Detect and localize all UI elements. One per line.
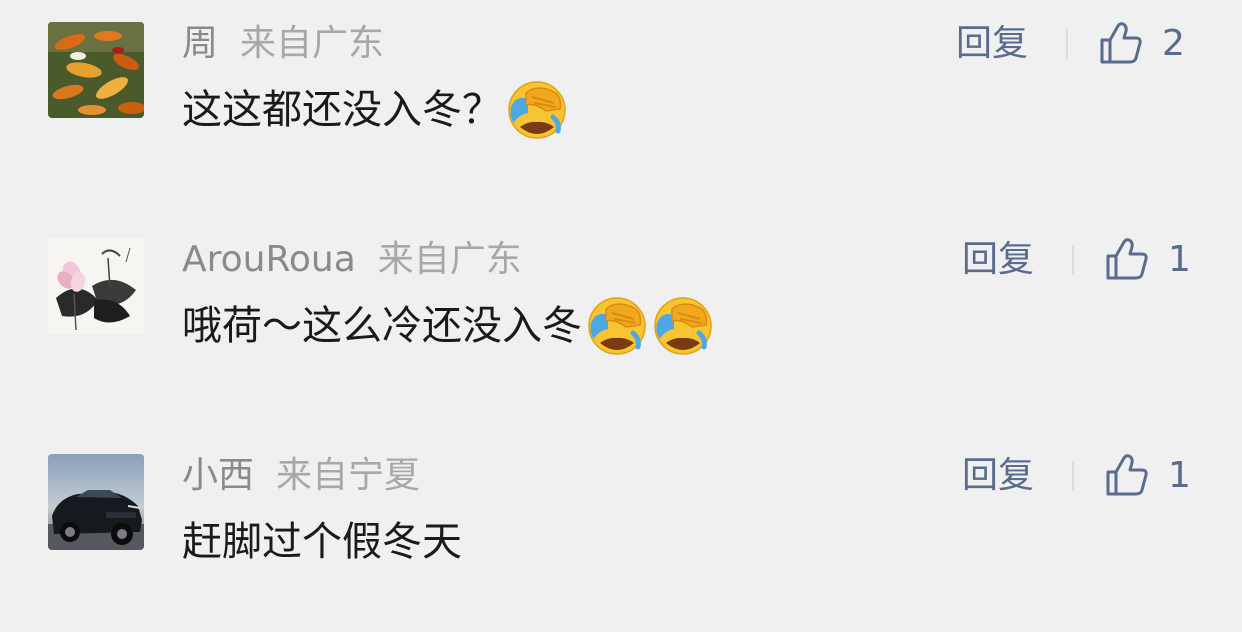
comment-body: 赶脚过个假冬天 (182, 519, 462, 565)
location-label: 来自广东 (240, 23, 385, 64)
like-count: 1 (1168, 239, 1191, 280)
like-count: 2 (1162, 23, 1185, 64)
facepalm-laugh-cry-icon (586, 295, 648, 357)
comment-text: 赶脚过个假冬天 (182, 512, 462, 572)
car-avatar-image (48, 454, 144, 550)
comment-meta: 小西 来自宁夏 (182, 452, 420, 500)
location-label: 来自宁夏 (276, 455, 421, 496)
comment-meta: 周来自广东 (182, 20, 384, 68)
username[interactable]: 周 (182, 23, 218, 64)
username[interactable]: ArouRoua (182, 239, 356, 280)
comment-item: 周来自广东 这这都还没入冬？ 回复 2 (0, 0, 1242, 200)
comment-body: 哦荷～这么冷还没入冬 (182, 303, 582, 349)
avatar[interactable] (48, 22, 144, 118)
like-count: 1 (1168, 455, 1191, 496)
avatar[interactable] (48, 238, 144, 334)
comment-text: 这这都还没入冬？ (182, 80, 568, 140)
comment-meta: ArouRoua 来自广东 (182, 236, 522, 284)
thumbs-up-icon[interactable] (1098, 20, 1144, 66)
facepalm-laugh-cry-icon (506, 79, 568, 141)
lotus-painting-avatar-image (48, 238, 144, 334)
comment-item: 小西 来自宁夏 赶脚过个假冬天 回复 1 (0, 432, 1242, 632)
reply-button[interactable]: 回复 (962, 236, 1034, 284)
divider (1072, 245, 1074, 275)
facepalm-laugh-cry-icon (652, 295, 714, 357)
comment-text: 哦荷～这么冷还没入冬 (182, 296, 714, 356)
goldfish-avatar-image (48, 22, 144, 118)
comment-item: ArouRoua 来自广东 哦荷～这么冷还没入冬 回复 1 (0, 216, 1242, 416)
reply-button[interactable]: 回复 (956, 20, 1028, 68)
thumbs-up-icon[interactable] (1104, 236, 1150, 282)
divider (1066, 29, 1068, 59)
location-label: 来自广东 (377, 239, 522, 280)
reply-button[interactable]: 回复 (962, 452, 1034, 500)
username[interactable]: 小西 (182, 455, 254, 496)
thumbs-up-icon[interactable] (1104, 452, 1150, 498)
avatar[interactable] (48, 454, 144, 550)
comment-body: 这这都还没入冬？ (182, 87, 502, 133)
divider (1072, 461, 1074, 491)
